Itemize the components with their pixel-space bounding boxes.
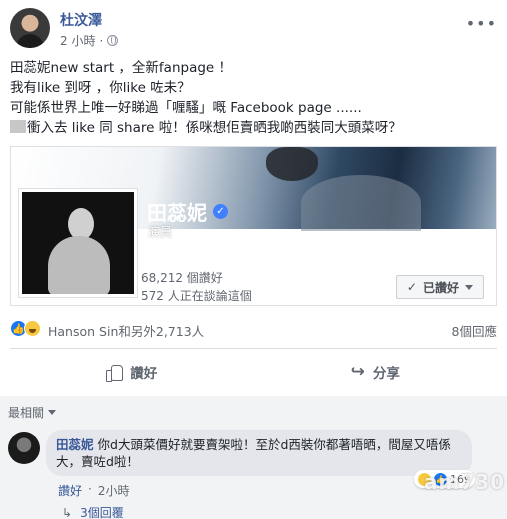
post-line-4: 衝入去 like 同 share 啦！係咪想佢賣晒我啲西裝同大頭菜呀？ — [27, 120, 402, 136]
globe-icon — [107, 35, 119, 46]
comments-count[interactable]: 8個回應 — [452, 321, 497, 340]
reply-arrow-icon: ↳ — [62, 505, 73, 519]
separator-dot: · — [88, 482, 92, 496]
post-line-1: 田蕊妮new start ，全新fanpage ！ — [10, 60, 233, 76]
page-talking-count: 572 人正在談論這個 — [141, 289, 252, 303]
liked-button-label: 已讚好 — [422, 280, 459, 295]
post-line-4-row: 衝入去 like 同 share 啦！係咪想佢賣晒我啲西裝同大頭菜呀？ — [10, 118, 497, 138]
verified-icon: ✓ — [213, 204, 228, 219]
more-options-icon[interactable]: ••• — [466, 14, 497, 33]
comment-actions: 讚好 · 2小時 — [58, 482, 129, 499]
chevron-down-icon — [48, 410, 57, 415]
page-name-row: 田蕊妮 ✓ — [147, 197, 228, 226]
author-name[interactable]: 杜汶澤 — [60, 10, 102, 30]
watermark-logo: am730 — [424, 470, 506, 494]
like-button[interactable]: 讚好 — [10, 356, 254, 388]
page-category: 演員 — [148, 225, 173, 239]
page-name[interactable]: 田蕊妮 — [147, 197, 207, 226]
share-arrow-icon: ↪ — [350, 362, 365, 382]
dropdown-caret-icon — [465, 284, 473, 290]
haha-reaction-icon[interactable] — [24, 320, 41, 337]
share-button-label: 分享 — [372, 366, 400, 382]
divider — [10, 348, 497, 349]
replies-count: 3個回覆 — [80, 506, 124, 519]
author-avatar[interactable] — [10, 8, 50, 48]
page-profile-photo[interactable] — [19, 189, 137, 297]
page-like-count: 68,212 個讚好 — [141, 271, 223, 285]
comment-author[interactable]: 田蕊妮 — [56, 437, 94, 452]
reaction-names[interactable]: Hanson Sin和另外2,713人 — [48, 321, 204, 340]
shared-page-card[interactable]: 田蕊妮 ✓ 演員 68,212 個讚好 572 人正在談論這個 ✓ 已讚好 — [10, 146, 497, 306]
commenter-avatar[interactable] — [8, 432, 40, 464]
photo-figure-body — [48, 236, 110, 294]
post-actions: 讚好 ↪ 分享 — [10, 356, 497, 388]
post-header: 杜汶澤 2 小時 · ••• — [10, 8, 497, 50]
comments-section: 最相關 田蕊妮 你d大頭菜價好就要賣架啦！至於d西裝你都著唔晒，間屋又唔係大，賣咗… — [0, 396, 507, 519]
liked-button[interactable]: ✓ 已讚好 — [395, 275, 484, 299]
comment-time[interactable]: 2小時 — [98, 482, 130, 499]
post-meta: 2 小時 · — [60, 32, 119, 49]
comment-like-link[interactable]: 讚好 — [58, 482, 82, 499]
post-text: 田蕊妮new start ，全新fanpage ！ 我有like 到呀 ，你li… — [10, 58, 497, 138]
separator-dot: · — [99, 33, 104, 48]
comment-text: 你d大頭菜價好就要賣架啦！至於d西裝你都著唔晒，間屋又唔係大，賣咗d啦！ — [56, 437, 451, 469]
check-icon: ✓ — [406, 280, 417, 294]
share-button[interactable]: ↪ 分享 — [254, 356, 498, 388]
redacted-emoji — [10, 120, 26, 133]
post-line-2: 我有like 到呀 ，你like 咗未？ — [10, 80, 191, 96]
comment-sort-dropdown[interactable]: 最相關 — [8, 404, 57, 421]
reactions-row: 👍 Hanson Sin和另外2,713人 8個回應 — [10, 318, 497, 340]
view-replies-link[interactable]: ↳ 3個回覆 — [62, 504, 124, 519]
post-time[interactable]: 2 小時 — [60, 32, 95, 49]
like-button-label: 讚好 — [130, 366, 158, 382]
thumbs-up-icon — [106, 364, 124, 382]
comment-bubble: 田蕊妮 你d大頭菜價好就要賣架啦！至於d西裝你都著唔晒，間屋又唔係大，賣咗d啦！ — [46, 430, 472, 476]
post-line-3: 可能係世界上唯一好睇過「喱騷」嘅 Facebook page ...... — [10, 100, 362, 116]
comment-sort-label: 最相關 — [8, 406, 45, 420]
